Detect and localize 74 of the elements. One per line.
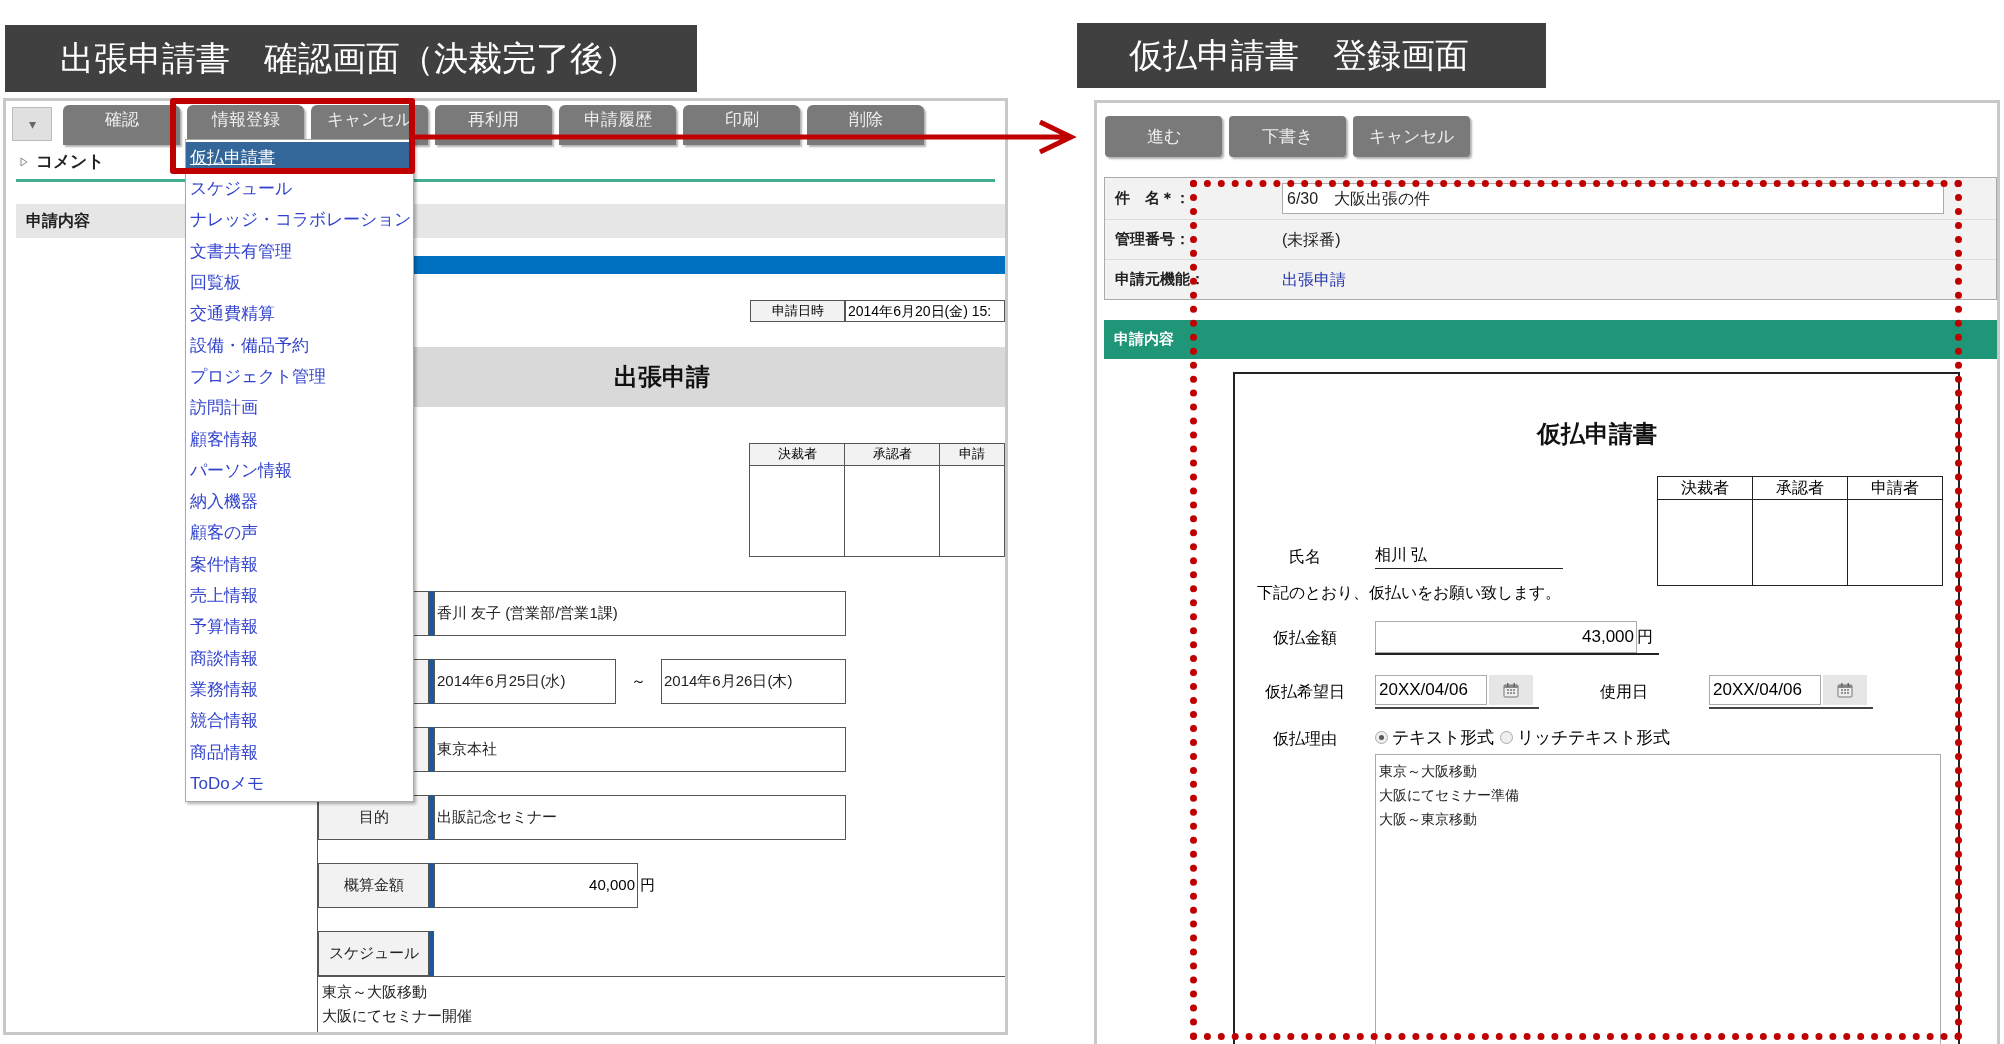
- field-value: 東京本社: [434, 727, 846, 772]
- action-button[interactable]: 下書き: [1229, 116, 1346, 157]
- dropdown-item[interactable]: 競合情報: [186, 705, 413, 737]
- date-input[interactable]: 20XX/04/06: [1709, 675, 1821, 705]
- approval-column-header: 決裁者: [750, 444, 845, 466]
- dropdown-item[interactable]: スケジュール: [186, 173, 413, 205]
- date-input[interactable]: 20XX/04/06: [1375, 675, 1487, 705]
- field-label: 仮払希望日: [1264, 682, 1346, 702]
- format-radio[interactable]: リッチテキスト形式: [1500, 725, 1670, 751]
- dropdown-item[interactable]: パーソン情報: [186, 454, 413, 487]
- unit-label: 円: [1637, 627, 1653, 647]
- unit-label: 円: [640, 875, 655, 896]
- schedule-line: 大阪にてセミナー開催: [322, 1006, 473, 1026]
- field-label: 件 名＊：: [1113, 188, 1191, 209]
- dropdown-item[interactable]: 顧客の声: [186, 517, 413, 549]
- calendar-icon: [1836, 681, 1854, 699]
- range-separator: ～: [630, 671, 647, 692]
- reason-line: 大阪～東京移動: [1379, 809, 1478, 829]
- field-label: 仮払金額: [1272, 628, 1338, 648]
- dropdown-item[interactable]: 売上情報: [186, 580, 413, 612]
- dropdown-item[interactable]: 顧客情報: [186, 423, 413, 455]
- dropdown-item[interactable]: 商談情報: [186, 642, 413, 675]
- action-button[interactable]: キャンセル: [1353, 116, 1470, 157]
- approval-column-header: 承認者: [845, 444, 940, 466]
- calendar-button[interactable]: [1823, 675, 1867, 705]
- calendar-button[interactable]: [1489, 675, 1533, 705]
- field-value: 40,000: [434, 863, 638, 908]
- format-radio[interactable]: テキスト形式: [1375, 725, 1494, 751]
- dropdown-item[interactable]: 予算情報: [186, 611, 413, 643]
- expand-icon[interactable]: [20, 157, 28, 167]
- field-label: スケジュール: [318, 931, 429, 976]
- datetime-value: 2014年6月20日(金) 15:: [845, 300, 1005, 322]
- amount-input[interactable]: 43,000: [1375, 621, 1637, 653]
- screen-title-banner: 出張申請書 確認画面（決裁完了後）: [5, 25, 697, 92]
- dropdown-item[interactable]: ナレッジ・コラボレーション: [186, 204, 413, 236]
- dropdown-item[interactable]: 文書共有管理: [186, 235, 413, 268]
- approval-column-header: 申請者: [1848, 477, 1943, 500]
- field-label: 管理番号：: [1114, 229, 1191, 250]
- field-value: 出販記念セミナー: [434, 795, 846, 840]
- field-value: 2014年6月25日(水): [434, 659, 616, 704]
- comment-section-title[interactable]: コメント: [36, 149, 104, 175]
- schedule-line: 東京～大阪移動: [322, 982, 428, 1002]
- field-value: (未採番): [1282, 229, 1341, 250]
- field-value: 香川 友子 (営業部/営業1課): [434, 591, 846, 636]
- field-value: 2014年6月26日(木): [661, 659, 846, 704]
- dropdown-item[interactable]: 交通費精算: [186, 298, 413, 330]
- datetime-label: 申請日時: [750, 300, 845, 322]
- reason-line: 大阪にてセミナー準備: [1379, 785, 1520, 805]
- approval-column-header: 申請: [940, 444, 1005, 466]
- field-label: 概算金額: [318, 863, 429, 908]
- field-label: 申請元機能：: [1114, 269, 1206, 290]
- dropdown-item[interactable]: 案件情報: [186, 548, 413, 581]
- name-value: 相川 弘: [1375, 543, 1563, 569]
- reason-textarea[interactable]: 東京～大阪移動 大阪にてセミナー準備 大阪～東京移動: [1375, 753, 1941, 1044]
- dropdown-item[interactable]: 回覧板: [186, 267, 413, 299]
- action-button[interactable]: 進む: [1105, 116, 1222, 157]
- screen-title-banner: 仮払申請書 登録画面: [1077, 23, 1546, 88]
- approval-column-header: 決裁者: [1658, 477, 1753, 500]
- menu-toggle[interactable]: ▾: [12, 107, 52, 141]
- toolbar-button[interactable]: 確認: [63, 105, 180, 145]
- source-link[interactable]: 出張申請: [1282, 267, 1346, 292]
- section-header-bar: 申請内容: [1104, 320, 1997, 359]
- dropdown-item[interactable]: 商品情報: [186, 736, 413, 768]
- dropdown-item[interactable]: 納入機器: [186, 486, 413, 518]
- reason-line: 東京～大阪移動: [1379, 761, 1478, 781]
- approval-column-header: 承認者: [1753, 477, 1848, 500]
- request-note: 下記のとおり、仮払いをお願い致します。: [1257, 583, 1562, 603]
- field-label: 仮払理由: [1272, 729, 1338, 749]
- field-label: 使用日: [1599, 682, 1649, 702]
- field-label: 氏名: [1288, 547, 1322, 567]
- form-title: 仮払申請書: [1535, 419, 1658, 449]
- subject-input[interactable]: 6/30 大阪出張の件: [1282, 183, 1944, 214]
- calendar-icon: [1502, 681, 1520, 699]
- dropdown-item[interactable]: 業務情報: [186, 674, 413, 706]
